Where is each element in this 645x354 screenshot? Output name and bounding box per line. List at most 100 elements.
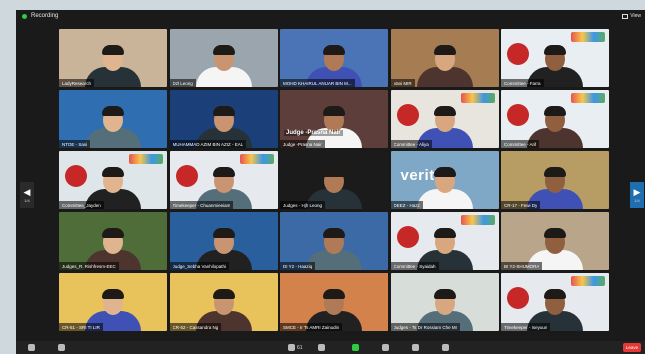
- participant-name: MOHD KHAIRUL ANUAR BIN M...: [283, 80, 352, 86]
- chat-button[interactable]: [318, 343, 325, 352]
- person-hair: [544, 106, 566, 116]
- participant-tile[interactable]: Dzl Leong: [169, 29, 278, 87]
- page-indicator-right: 1/4: [634, 198, 640, 203]
- participant-name: Vani MIR: [393, 80, 412, 86]
- view-label: View: [630, 13, 641, 19]
- participant-name-bar: CR-17 - Fewi Dy: [501, 201, 541, 209]
- participant-name-bar: Committee - Farra: [501, 79, 544, 87]
- participant-name: CR-51 - SRI TI LIR: [62, 324, 100, 330]
- participant-name-bar: MOHD KHAIRUL ANUAR BIN M...: [280, 79, 355, 87]
- zoom-meeting-window: Recording View ◀ 1/4 ▶ 1/4 LadyResearch D…: [16, 10, 645, 354]
- sponsor-banner: [460, 215, 495, 225]
- meeting-controls-bar: 61 Leave: [16, 341, 645, 354]
- participants-icon: [288, 344, 295, 351]
- participant-tile[interactable]: Judges - Hjh Leong: [280, 151, 388, 209]
- participant-name: BI Y2-SHUMORA: [504, 263, 540, 269]
- participant-name-bar: Dzl Leong: [169, 79, 196, 87]
- participant-tile[interactable]: Committee - Arif: [501, 90, 609, 148]
- participant-tile[interactable]: Committee - Syaidah: [390, 212, 499, 270]
- sponsor-banner: [571, 276, 605, 286]
- participant-name-bar: Timekeeper - Chuanmieeiam: [169, 201, 234, 209]
- participant-name: Committee_Jayden: [62, 202, 101, 208]
- record-icon: [382, 344, 389, 351]
- participant-tile[interactable]: LadyResearch: [59, 29, 167, 87]
- mic-button[interactable]: [28, 343, 35, 352]
- event-logo-icon: [396, 104, 419, 126]
- participant-name-bar: DEEZ - Hazz: [390, 201, 423, 209]
- leave-button[interactable]: Leave: [623, 343, 641, 352]
- recording-indicator[interactable]: Recording: [22, 13, 58, 19]
- person-hair: [323, 167, 345, 177]
- participant-name-bar: Judge -Prasna Nair: [280, 140, 325, 148]
- participant-tile[interactable]: Committee_Jayden: [59, 151, 167, 209]
- participant-tile[interactable]: CR-17 - Fewi Dy: [501, 151, 609, 209]
- participant-tile[interactable]: Vani MIR: [390, 29, 499, 87]
- reactions-button[interactable]: [412, 343, 419, 352]
- participant-name-bar: Timekeeper - Iseyuun: [501, 323, 551, 331]
- person-hair: [102, 106, 124, 116]
- participant-tile[interactable]: CR-52 - Cassandra Ng: [169, 273, 278, 331]
- apps-button[interactable]: [442, 343, 449, 352]
- participant-name-bar: CR-51 - SRI TI LIR: [59, 323, 103, 331]
- person-hair: [212, 45, 235, 55]
- participant-tile[interactable]: Judge_Sebha Vanhilopathi: [169, 212, 278, 270]
- participant-tile[interactable]: BI Y2-SHUMORA: [501, 212, 609, 270]
- participant-tile[interactable]: Timekeeper - Iseyuun: [501, 273, 609, 331]
- participant-name-bar: Committee - Arif: [501, 140, 540, 148]
- person-hair: [102, 289, 124, 299]
- participant-tile[interactable]: CR-51 - SRI TI LIR: [59, 273, 167, 331]
- participant-tile[interactable]: SMCE - Ir Ts AMRI Zainudin: [280, 273, 388, 331]
- participant-name: Committee - Farra: [504, 80, 541, 86]
- participant-name: Judge_Sebha Vanhilopathi: [172, 263, 226, 269]
- mic-icon: [28, 344, 35, 351]
- person-hair: [212, 106, 235, 116]
- participant-tile[interactable]: Judges_R. Rishfresm-EEC: [59, 212, 167, 270]
- participant-tile[interactable]: MUHAMMAD AZIM BIN AZIZ - EAL: [169, 90, 278, 148]
- view-button[interactable]: View: [622, 13, 641, 19]
- participant-name: DI Y2 - Haaziq: [283, 263, 313, 269]
- participant-tile[interactable]: DI Y2 - Haaziq: [280, 212, 388, 270]
- event-logo-icon: [175, 165, 198, 187]
- participant-name: Judges_R. Rishfresm-EEC: [62, 263, 116, 269]
- person-hair: [433, 289, 456, 299]
- participant-tile[interactable]: Judge -Prasna Nair Judge -Prasna Nair: [280, 90, 388, 148]
- participant-tile[interactable]: Committee - Aliya: [390, 90, 499, 148]
- participant-name: Dzl Leong: [172, 80, 193, 86]
- participant-name-bar: CR-52 - Cassandra Ng: [169, 323, 222, 331]
- participant-name-bar: Judges - Hjh Leong: [280, 201, 326, 209]
- gallery-grid: LadyResearch Dzl Leong MOHD KHAIRUL ANUAR …: [59, 29, 609, 336]
- record-button[interactable]: [382, 343, 389, 352]
- person-hair: [102, 228, 124, 238]
- participant-tile[interactable]: MOHD KHAIRUL ANUAR BIN M...: [280, 29, 388, 87]
- person-hair: [323, 228, 345, 238]
- person-hair: [323, 45, 345, 55]
- person-hair: [433, 106, 456, 116]
- participants-button[interactable]: 61: [288, 343, 303, 352]
- share-icon: [352, 344, 359, 351]
- video-button[interactable]: [58, 343, 65, 352]
- participant-name: Judges - Ts Dr Rossiam Che Mr: [393, 324, 458, 330]
- sponsor-banner: [239, 154, 274, 164]
- participant-name: CR-17 - Fewi Dy: [504, 202, 538, 208]
- participant-name: Judges - Hjh Leong: [283, 202, 323, 208]
- sponsor-banner: [460, 93, 495, 103]
- chat-icon: [318, 344, 325, 351]
- person-hair: [433, 45, 456, 55]
- person-hair: [102, 45, 124, 55]
- participant-name-bar: Committee_Jayden: [59, 201, 104, 209]
- participant-name-bar: LadyResearch: [59, 79, 95, 87]
- share-button[interactable]: [352, 343, 359, 352]
- previous-page-button[interactable]: ◀ 1/4: [20, 182, 34, 208]
- video-icon: [58, 344, 65, 351]
- participant-tile[interactable]: Judges - Ts Dr Rossiam Che Mr: [390, 273, 499, 331]
- person-hair: [544, 289, 566, 299]
- person-hair: [102, 167, 124, 177]
- participant-tile[interactable]: Committee - Farra: [501, 29, 609, 87]
- participant-name: LadyResearch: [62, 80, 92, 86]
- next-page-button[interactable]: ▶ 1/4: [630, 182, 644, 208]
- participant-tile[interactable]: NTOE - Sasi: [59, 90, 167, 148]
- participant-tile[interactable]: veritix DEEZ - Hazz: [390, 151, 499, 209]
- participant-name-bar: Committee - Aliya: [390, 140, 432, 148]
- participant-tile[interactable]: Timekeeper - Chuanmieeiam: [169, 151, 278, 209]
- top-bar: Recording View: [16, 10, 645, 26]
